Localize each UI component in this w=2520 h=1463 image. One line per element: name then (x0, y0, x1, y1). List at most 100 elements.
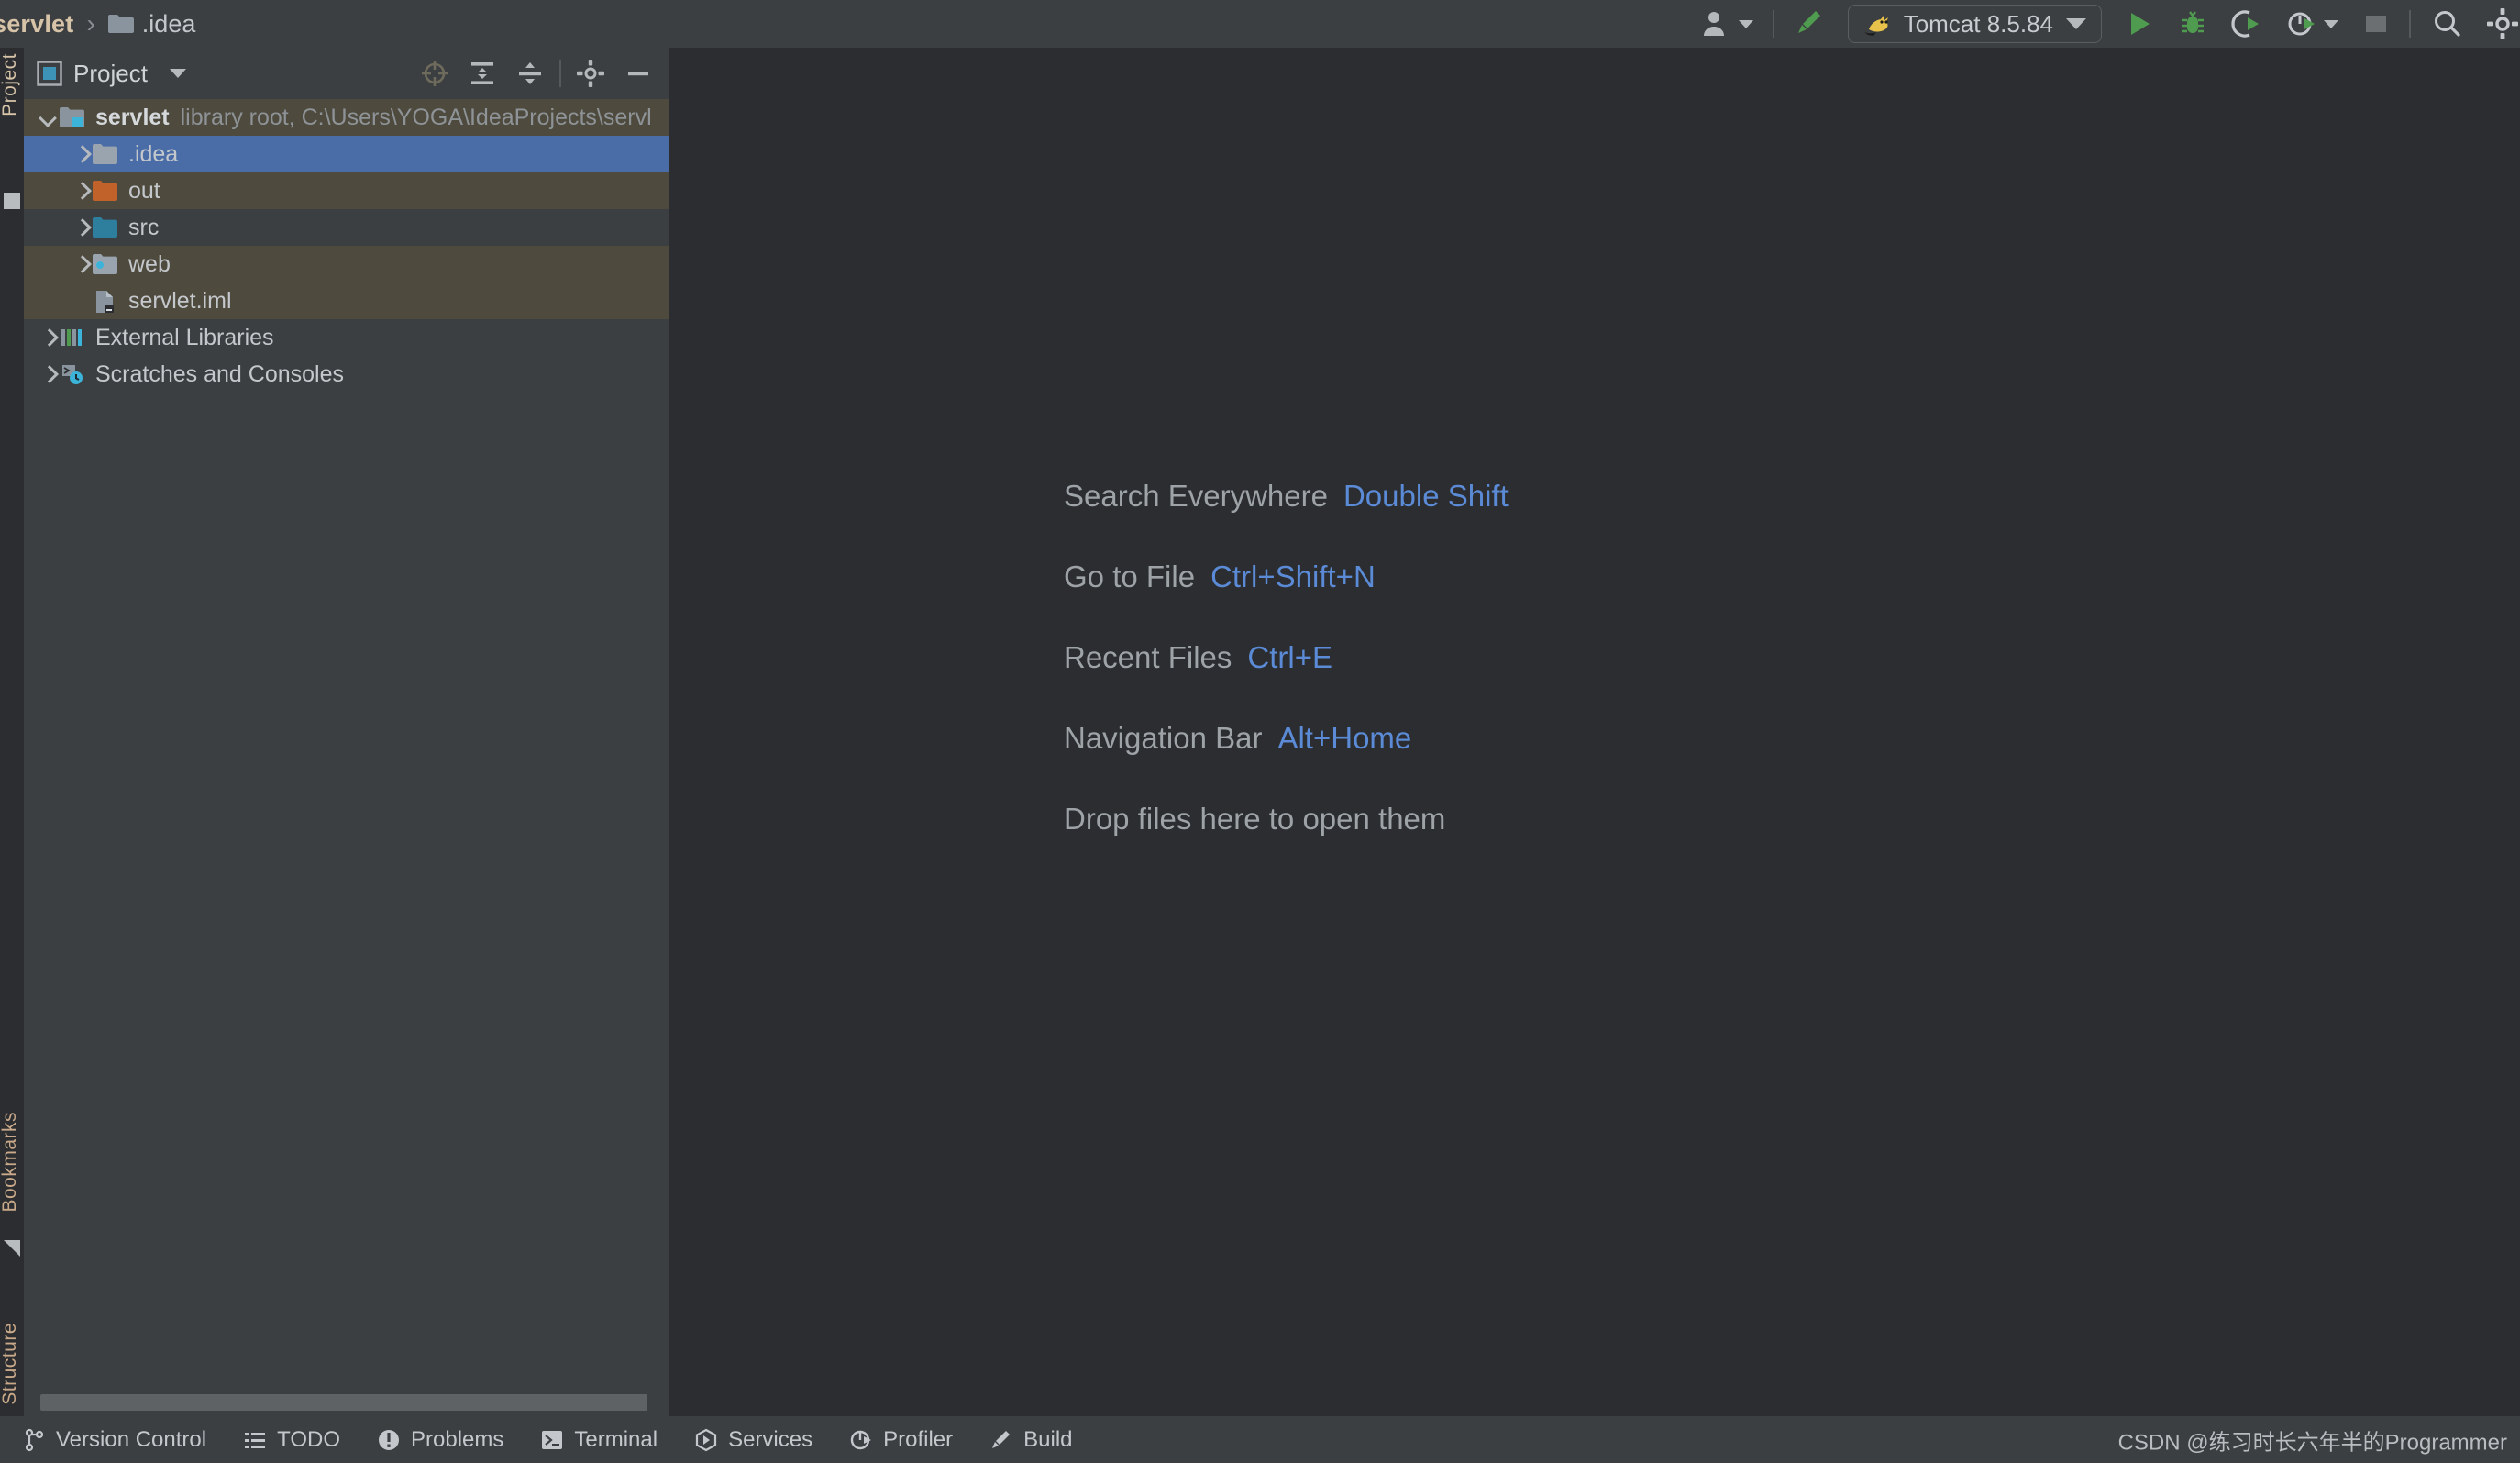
tree-row-src[interactable]: src (24, 209, 669, 246)
hint-drop-files: Drop files here to open them (1064, 802, 1509, 837)
chevron-down-icon[interactable] (169, 69, 186, 78)
hint-shortcut[interactable]: Ctrl+E (1247, 640, 1332, 675)
status-label: Profiler (883, 1426, 954, 1452)
status-item-problems[interactable]: Problems (362, 1416, 518, 1463)
rail-item-project[interactable]: Project (0, 53, 23, 116)
settings-gear-icon[interactable] (2475, 0, 2520, 48)
csdn-watermark: CSDN @练习时长六年半的Programmer (2117, 1430, 2507, 1455)
chevron-down-icon (1738, 19, 1753, 28)
collapse-all-button[interactable] (506, 48, 554, 99)
search-icon[interactable] (2418, 0, 2475, 48)
chevron-right-icon[interactable] (72, 181, 92, 201)
rail-item-structure[interactable]: Structure (0, 1323, 23, 1405)
module-icon (59, 105, 86, 129)
branch-icon (22, 1428, 46, 1452)
run-with-coverage-button[interactable] (2219, 0, 2274, 48)
hammer-icon (989, 1428, 1013, 1452)
iml-file-icon (92, 289, 119, 313)
warning-icon (377, 1428, 401, 1452)
tree-label-out: out (128, 177, 160, 204)
folder-icon (107, 14, 134, 34)
chevron-down-icon[interactable] (39, 107, 59, 127)
rail-active-indicator (4, 193, 20, 209)
chevron-right-icon[interactable] (39, 364, 59, 384)
toolbar-actions: Tomcat 8.5.84 (1689, 0, 2520, 48)
status-item-todo[interactable]: TODO (228, 1416, 355, 1463)
hide-panel-button[interactable] (614, 48, 662, 99)
tree-label-src: src (128, 214, 160, 240)
profile-button[interactable] (2274, 0, 2350, 48)
tree-row-out[interactable]: out (24, 172, 669, 209)
select-opened-file-button[interactable] (411, 48, 459, 99)
chevron-right-icon[interactable] (72, 217, 92, 238)
project-tree: servlet library root, C:\Users\YOGA\Idea… (24, 99, 669, 1416)
hint-shortcut[interactable]: Alt+Home (1277, 721, 1411, 756)
hint-navigation-bar: Navigation Bar Alt+Home (1064, 721, 1509, 756)
tree-label-idea: .idea (128, 140, 179, 167)
status-label: Build (1023, 1426, 1073, 1452)
panel-settings-gear-icon[interactable] (567, 48, 614, 99)
chevron-right-icon[interactable] (72, 144, 92, 164)
run-button[interactable] (2111, 0, 2166, 48)
build-project-button[interactable] (1782, 0, 1839, 48)
status-item-services[interactable]: Services (680, 1416, 827, 1463)
hint-label: Go to File (1064, 560, 1196, 593)
project-panel-title: Project (73, 59, 148, 87)
breadcrumb: servlet › .idea (0, 9, 195, 39)
hint-shortcut[interactable]: Ctrl+Shift+N (1210, 560, 1376, 594)
profiler-icon (849, 1428, 873, 1452)
hint-label: Drop files here to open them (1064, 802, 1446, 836)
status-label: Version Control (56, 1426, 207, 1452)
status-label: Services (728, 1426, 813, 1452)
hint-shortcut[interactable]: Double Shift (1343, 479, 1509, 514)
terminal-icon (540, 1428, 564, 1452)
stop-button[interactable] (2350, 0, 2402, 48)
status-item-terminal[interactable]: Terminal (525, 1416, 672, 1463)
project-panel-header: Project (24, 48, 669, 99)
project-window-icon (37, 61, 62, 86)
main-toolbar: servlet › .idea Tomcat 8.5.84 (0, 0, 2520, 48)
editor-empty-state: Search Everywhere Double Shift Go to Fil… (669, 48, 2520, 1416)
tree-row-external-libraries[interactable]: External Libraries (24, 319, 669, 356)
toolbar-divider (1772, 10, 1774, 38)
tree-label-web: web (128, 250, 171, 277)
services-icon (694, 1428, 718, 1452)
tree-row-scratches-and-consoles[interactable]: Scratches and Consoles (24, 356, 669, 393)
tomcat-cat-icon (1862, 11, 1893, 37)
tree-label-external-libraries: External Libraries (95, 324, 274, 350)
breadcrumb-current[interactable]: .idea (142, 10, 196, 39)
breadcrumb-project[interactable]: servlet (0, 10, 73, 39)
tree-label-servlet: servlet (95, 104, 170, 130)
editor-hint-list: Search Everywhere Double Shift Go to Fil… (1064, 479, 1509, 882)
libraries-icon (59, 326, 86, 349)
chevron-down-icon (2324, 19, 2338, 28)
debug-button[interactable] (2166, 0, 2219, 48)
tree-row-servlet-iml[interactable]: servlet.iml (24, 283, 669, 319)
hint-label: Recent Files (1064, 640, 1232, 674)
status-item-profiler[interactable]: Profiler (834, 1416, 967, 1463)
tree-row-idea[interactable]: .idea (24, 136, 669, 172)
rail-item-bookmarks[interactable]: Bookmarks (0, 1112, 23, 1213)
user-account-button[interactable] (1689, 0, 1765, 48)
project-tool-window: Project servlet library root, C:\Users\Y… (24, 48, 669, 1416)
chevron-right-icon[interactable] (72, 254, 92, 274)
status-item-build[interactable]: Build (975, 1416, 1087, 1463)
hint-search-everywhere: Search Everywhere Double Shift (1064, 479, 1509, 514)
tree-row-servlet[interactable]: servlet library root, C:\Users\YOGA\Idea… (24, 99, 669, 136)
run-configuration-selector[interactable]: Tomcat 8.5.84 (1847, 5, 2102, 43)
project-tree-horizontal-scrollbar[interactable] (40, 1394, 647, 1411)
tree-label-servlet-iml: servlet.iml (128, 287, 232, 314)
status-label: Terminal (574, 1426, 658, 1452)
status-item-version-control[interactable]: Version Control (7, 1416, 221, 1463)
folder-orange-icon (92, 179, 119, 203)
tree-row-web[interactable]: web (24, 246, 669, 283)
run-configuration-label: Tomcat 8.5.84 (1903, 9, 2053, 38)
scratches-icon (59, 362, 86, 386)
panel-toolbar-divider (559, 60, 561, 87)
breadcrumb-separator: › (86, 9, 95, 38)
list-icon (243, 1428, 267, 1452)
expand-all-button[interactable] (459, 48, 506, 99)
chevron-right-icon[interactable] (39, 327, 59, 348)
project-panel-title-group[interactable]: Project (37, 60, 186, 88)
folder-blue-icon (92, 216, 119, 239)
